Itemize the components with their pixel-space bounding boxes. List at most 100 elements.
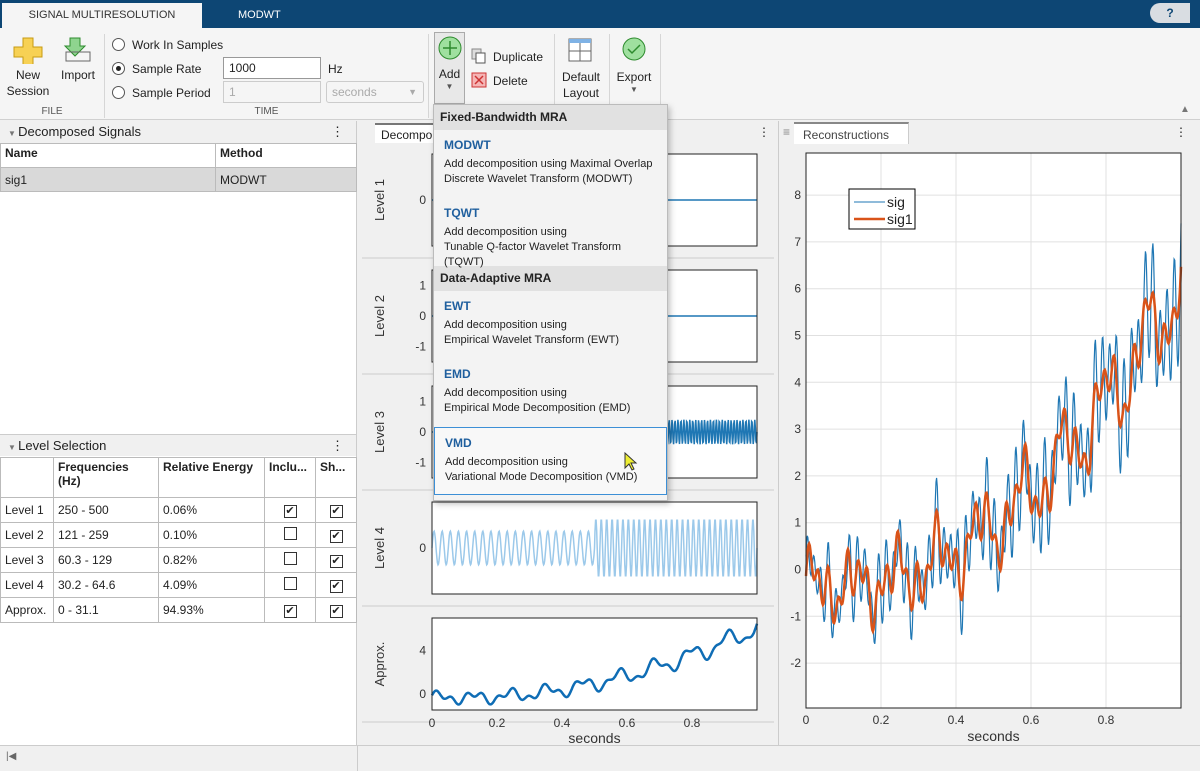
y-tick-label: 2	[794, 469, 801, 483]
x-axis-label: seconds	[967, 728, 1019, 744]
frequencies-column-header[interactable]: Frequencies (Hz)	[53, 457, 159, 498]
level-energy: 0.06%	[158, 497, 265, 523]
y-tick-label: -1	[790, 609, 801, 623]
y-tick-label: -2	[790, 656, 801, 670]
signal-name: sig1	[0, 167, 216, 192]
x-tick-label: 0.4	[948, 713, 965, 727]
level-name: Approx.	[0, 597, 54, 623]
level-frequencies: 30.2 - 64.6	[53, 572, 159, 598]
show-checkbox[interactable]: ✔	[329, 504, 343, 518]
more-options-icon[interactable]: ⋮	[331, 435, 344, 457]
new-label: New	[15, 68, 40, 82]
chevron-down-icon: ▼	[630, 85, 638, 94]
level-name: Level 3	[0, 547, 54, 573]
include-column-header[interactable]: Inclu...	[264, 457, 316, 498]
checkmark-icon	[622, 37, 646, 61]
level-energy: 0.82%	[158, 547, 265, 573]
duplicate-button[interactable]: Duplicate	[493, 50, 543, 64]
collapse-icon[interactable]: ▼	[8, 443, 18, 452]
import-icon	[63, 37, 91, 62]
work-in-samples-radio[interactable]	[112, 38, 125, 51]
relative-energy-column-header[interactable]: Relative Energy	[158, 457, 265, 498]
menu-item-title: EMD	[444, 367, 471, 381]
x-axis-label: seconds	[568, 730, 620, 745]
help-button[interactable]: ?	[1150, 3, 1190, 23]
mouse-cursor-icon	[624, 452, 638, 471]
more-options-icon[interactable]: ⋮	[331, 121, 344, 143]
menu-item-modwt[interactable]: MODWT Add decomposition using Maximal Ove…	[434, 130, 667, 198]
delete-button[interactable]: Delete	[493, 74, 528, 88]
period-unit-select[interactable]: seconds ▼	[326, 81, 424, 103]
table-row[interactable]: Level 2 121 - 259 0.10% ✔	[0, 522, 357, 548]
level-energy: 0.10%	[158, 522, 265, 548]
include-checkbox[interactable]: ✔	[283, 504, 297, 518]
period-unit-value: seconds	[332, 85, 377, 99]
show-checkbox[interactable]: ✔	[329, 554, 343, 568]
file-section-label: FILE	[41, 106, 63, 117]
show-checkbox[interactable]: ✔	[329, 529, 343, 543]
x-tick-label: 0.6	[1023, 713, 1040, 727]
level-frequencies: 60.3 - 129	[53, 547, 159, 573]
new-session-button[interactable]: New Session	[6, 34, 50, 99]
collapse-icon[interactable]: ▼	[8, 129, 18, 138]
app-tabbar: SIGNAL MULTIRESOLUTION ANALYZER MODWT ?	[0, 0, 1200, 46]
work-in-samples-label: Work In Samples	[132, 38, 224, 52]
table-row[interactable]: Level 1 250 - 500 0.06% ✔ ✔	[0, 497, 357, 523]
sample-rate-input[interactable]: 1000	[223, 57, 321, 79]
method-column-header[interactable]: Method	[215, 143, 357, 168]
include-checkbox[interactable]: ✔	[283, 604, 297, 618]
show-column-header[interactable]: Sh...	[315, 457, 357, 498]
include-checkbox[interactable]	[283, 577, 297, 590]
y-tick-label: 8	[794, 188, 801, 202]
level-frequencies: 250 - 500	[53, 497, 159, 523]
table-row[interactable]: sig1 MODWT	[0, 167, 357, 192]
y-tick-label: 3	[794, 422, 801, 436]
include-checkbox[interactable]	[283, 527, 297, 540]
table-row[interactable]: Level 3 60.3 - 129 0.82% ✔	[0, 547, 357, 573]
collapse-left-icon[interactable]: |◀	[6, 751, 16, 762]
frequencies-label: Frequencies	[58, 460, 129, 474]
tab-signal-multiresolution-analyzer[interactable]: SIGNAL MULTIRESOLUTION ANALYZER	[2, 3, 202, 46]
collapse-toolstrip-icon[interactable]: ▲	[1180, 104, 1190, 115]
include-checkbox[interactable]	[283, 552, 297, 565]
legend-sig-label: sig	[887, 194, 905, 210]
sample-period-input[interactable]: 1	[223, 81, 321, 103]
export-button[interactable]: Export ▼	[612, 36, 656, 94]
table-row[interactable]: Level 4 30.2 - 64.6 4.09% ✔	[0, 572, 357, 598]
chevron-down-icon: ▼	[408, 87, 417, 97]
menu-group-data-adaptive: Data-Adaptive MRA	[434, 266, 667, 291]
menu-item-tqwt[interactable]: TQWT Add decomposition using Tunable Q-fac…	[434, 198, 667, 268]
menu-item-desc: Empirical Wavelet Transform (EWT)	[444, 334, 620, 346]
y-tick-label: 0	[419, 193, 426, 207]
sample-rate-radio[interactable]	[112, 62, 125, 75]
y-tick-label: 0	[419, 541, 426, 555]
x-tick-label: 0.6	[619, 716, 636, 730]
default-layout-button[interactable]: Default Layout	[558, 36, 604, 101]
menu-item-emd[interactable]: EMD Add decomposition using Empirical Mode…	[434, 359, 667, 427]
y-tick-label: 1	[419, 394, 426, 408]
tab-modwt[interactable]: MODWT	[238, 3, 281, 28]
add-decomposition-menu: Fixed-Bandwidth MRA MODWT Add decompositi…	[433, 104, 668, 501]
menu-item-ewt[interactable]: EWT Add decomposition using Empirical Wave…	[434, 291, 667, 359]
level-axis-label: Level 2	[372, 295, 387, 337]
y-tick-label: -1	[415, 456, 426, 470]
import-button[interactable]: Import	[56, 34, 100, 83]
y-tick-label: 0	[419, 687, 426, 701]
level-axis-label: Approx.	[372, 642, 387, 687]
menu-item-title: TQWT	[444, 206, 480, 220]
reconstructions-plot[interactable]: 8 7 6 5 4 3 2 1 0 -1 -2 0 0.2 0.4 0.6 0.8 seconds sigsig1	[780, 121, 1200, 745]
show-checkbox[interactable]: ✔	[329, 604, 343, 618]
level-energy: 4.09%	[158, 572, 265, 598]
show-checkbox[interactable]: ✔	[329, 579, 343, 593]
level-frequencies: 0 - 31.1	[53, 597, 159, 623]
sample-period-radio[interactable]	[112, 86, 125, 99]
add-button[interactable]: Add ▼	[434, 32, 465, 104]
name-column-header[interactable]: Name	[0, 143, 216, 168]
hz-label: Hz	[328, 62, 343, 76]
table-row[interactable]: Approx. 0 - 31.1 94.93% ✔ ✔	[0, 597, 357, 623]
y-tick-label: 0	[419, 309, 426, 323]
menu-item-title: MODWT	[444, 138, 491, 152]
y-tick-label: 7	[794, 235, 801, 249]
time-section-label: TIME	[254, 106, 279, 117]
level-name: Level 4	[0, 572, 54, 598]
